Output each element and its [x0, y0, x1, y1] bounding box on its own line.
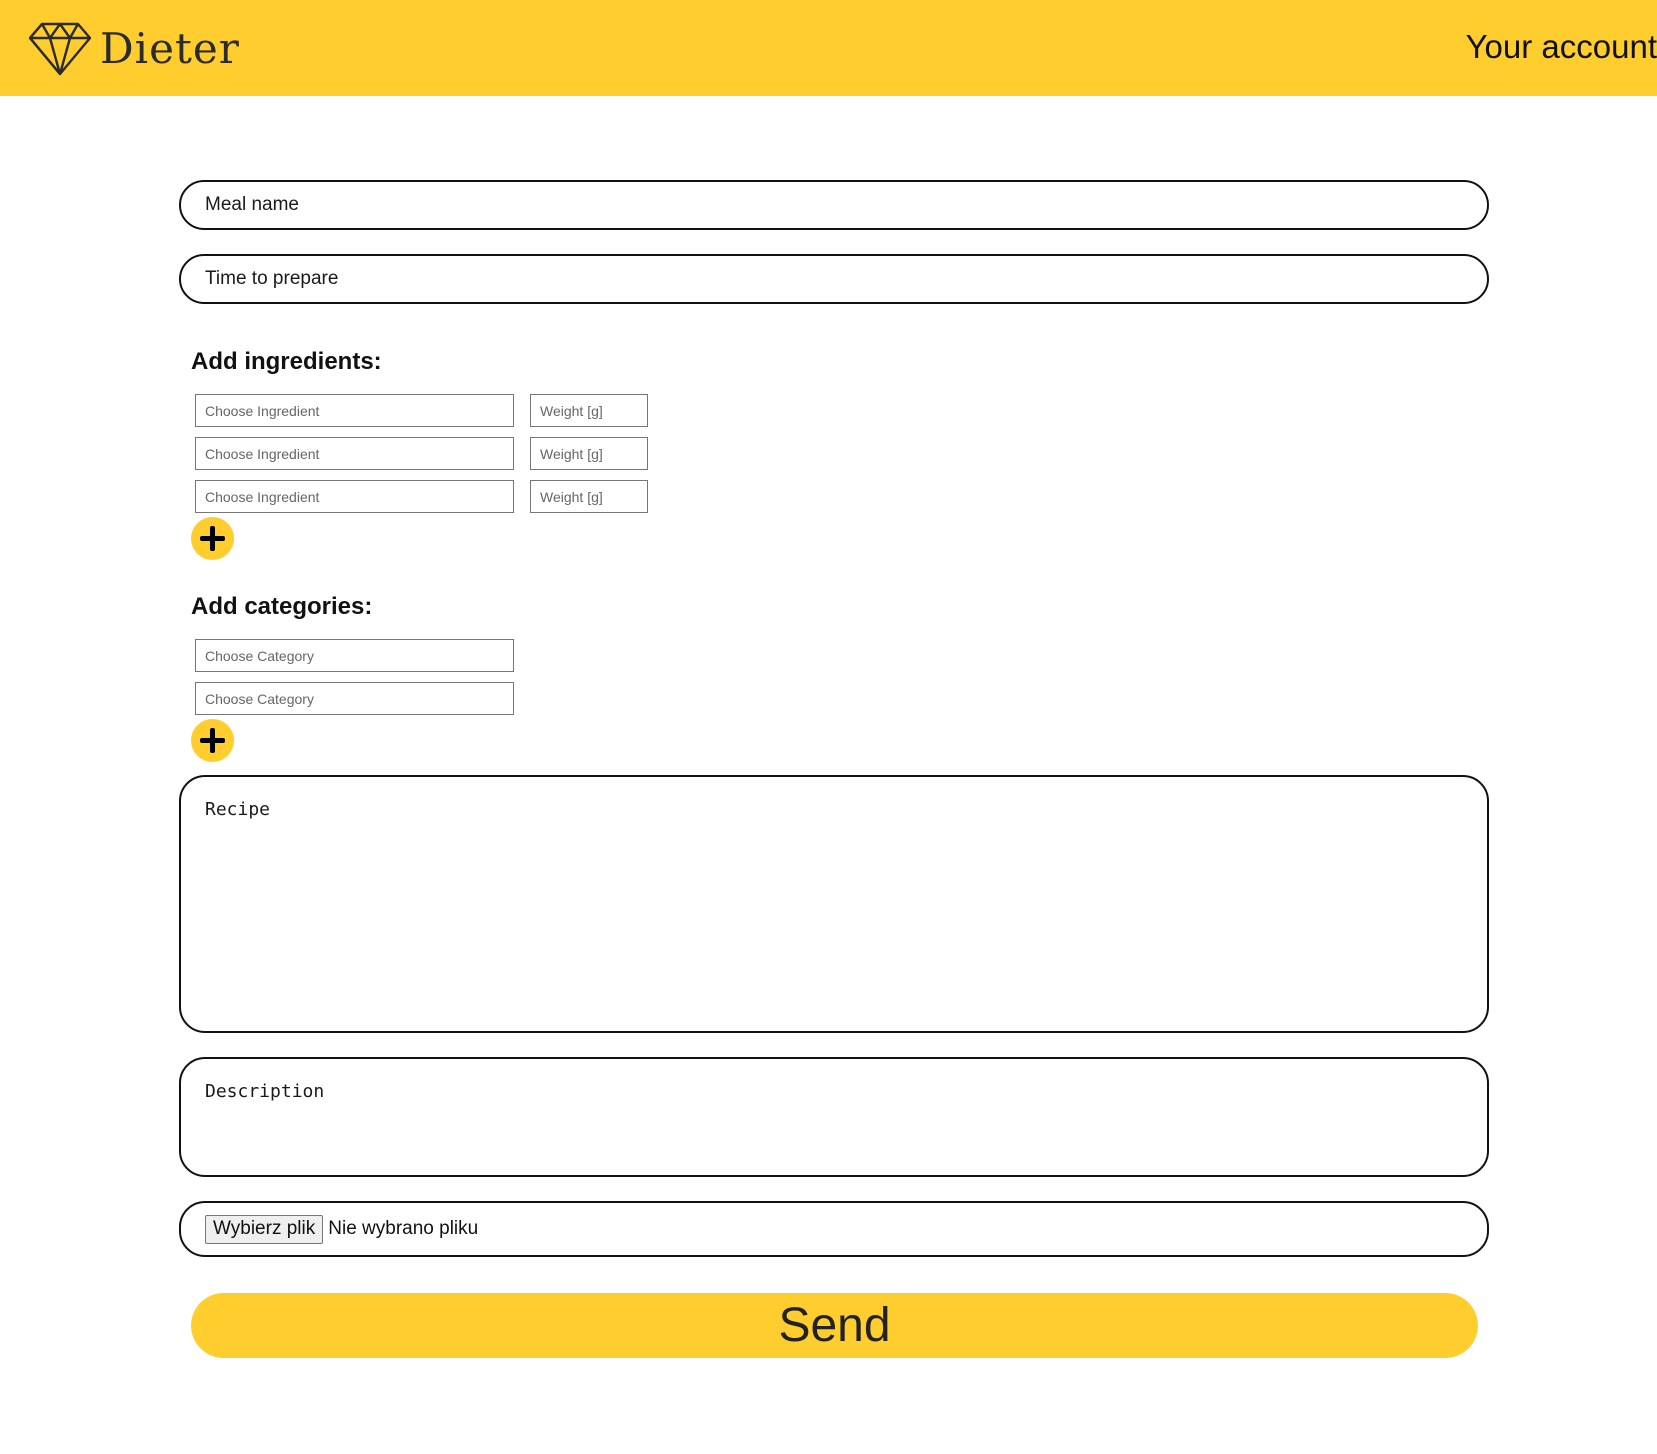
- category-select-2[interactable]: [195, 682, 514, 715]
- time-to-prepare-input[interactable]: [181, 256, 1487, 302]
- image-upload-field: Wybierz plik Nie wybrano pliku: [179, 1201, 1489, 1257]
- diamond-logo-icon: [28, 20, 92, 76]
- categories-title: Add categories:: [191, 593, 373, 620]
- recipe-textarea[interactable]: [181, 777, 1487, 1031]
- ingredient-select-1[interactable]: [195, 394, 514, 427]
- description-field: [179, 1057, 1489, 1177]
- add-category-button[interactable]: [191, 719, 234, 762]
- send-button[interactable]: Send: [191, 1293, 1478, 1358]
- your-account-link[interactable]: Your account: [1466, 28, 1657, 66]
- add-ingredient-button[interactable]: [191, 517, 234, 560]
- ingredient-select-2[interactable]: [195, 437, 514, 470]
- ingredient-select-3[interactable]: [195, 480, 514, 513]
- weight-input-3[interactable]: [530, 480, 648, 513]
- description-textarea[interactable]: [181, 1059, 1487, 1175]
- meal-name-input[interactable]: [181, 182, 1487, 228]
- choose-file-button[interactable]: Wybierz plik: [205, 1214, 324, 1244]
- category-select-1[interactable]: [195, 639, 514, 672]
- file-status-text: Nie wybrano pliku: [328, 1218, 479, 1239]
- weight-input-2[interactable]: [530, 437, 648, 470]
- weight-input-1[interactable]: [530, 394, 648, 427]
- time-to-prepare-field: [179, 254, 1489, 304]
- top-header: Dieter Your account: [0, 0, 1657, 96]
- recipe-field: [179, 775, 1489, 1033]
- logo-text: Dieter: [100, 23, 240, 73]
- logo[interactable]: Dieter: [28, 20, 240, 76]
- meal-name-field: [179, 180, 1489, 230]
- ingredients-title: Add ingredients:: [191, 348, 382, 375]
